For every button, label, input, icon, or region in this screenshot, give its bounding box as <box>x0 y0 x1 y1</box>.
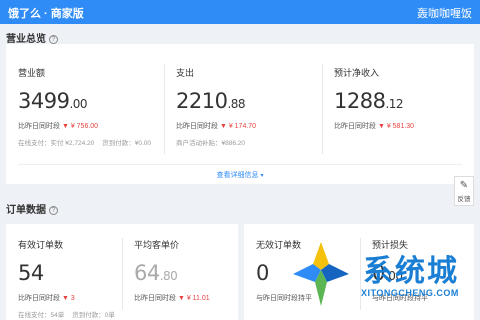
shop-name[interactable]: 轰咖咖喱饭 <box>417 5 472 21</box>
delta-value: ▼ 3 <box>61 295 75 302</box>
metric-label: 营业额 <box>18 68 46 78</box>
metric-value: 64.80 <box>134 261 178 285</box>
metric-compare: 比昨日同时段 ▼ ¥ 581.30 <box>334 123 415 130</box>
watermark: 系统城 XITONGCHENG.COM <box>283 240 473 315</box>
watermark-url: XITONGCHENG.COM <box>361 288 459 298</box>
metric-compare: 比昨日同时段 ▼ ¥ 174.70 <box>176 123 257 130</box>
metric-revenue: 营业额 3499.00 比昨日同时段 ▼ ¥ 756.00 在线支付：实付 ¥2… <box>18 66 159 147</box>
divider <box>164 64 165 154</box>
metric-value: 2210.88 <box>176 89 246 113</box>
metric-compare: 比昨日同时段 ▼ ¥ 756.00 <box>18 123 99 130</box>
metric-compare: 比昨日同时段 ▼ ¥ 11.01 <box>134 295 210 302</box>
metric-sub: 商户活动补贴：¥886.20 <box>176 140 245 147</box>
metric-value: 1288.12 <box>334 89 404 113</box>
info-icon[interactable]: ? <box>49 206 58 215</box>
edit-icon: ✎ <box>459 180 469 191</box>
overview-card: 营业额 3499.00 比昨日同时段 ▼ ¥ 756.00 在线支付：实付 ¥2… <box>6 44 474 184</box>
divider <box>122 238 123 310</box>
metric-value: 54 <box>18 261 44 285</box>
watermark-text: 系统城 <box>363 255 459 288</box>
metric-net-income: 预计净收入 1288.12 比昨日同时段 ▼ ¥ 581.30 <box>334 66 414 131</box>
info-icon[interactable]: ? <box>49 35 58 44</box>
orders-section-title: 订单数据? <box>6 201 58 216</box>
metric-expense: 支出 2210.88 比昨日同时段 ▼ ¥ 174.70 商户活动补贴：¥886… <box>176 66 256 147</box>
metric-valid-orders: 有效订单数 54 比昨日同时段 ▼ 3 在线支付：54单 货到付款：0单 <box>18 238 123 319</box>
divider <box>18 164 462 165</box>
metric-label: 有效订单数 <box>18 240 64 250</box>
metric-value: 3499.00 <box>18 89 88 113</box>
metric-sub: 在线支付：实付 ¥2,724.20 货到付款：¥0.00 <box>18 140 152 147</box>
metric-sub: 在线支付：54单 货到付款：0单 <box>18 312 115 319</box>
feedback-button[interactable]: ✎ 反馈 <box>454 176 474 206</box>
delta-value: ▼ ¥ 11.01 <box>177 295 210 302</box>
delta-value: ▼ ¥ 581.30 <box>377 123 415 130</box>
watermark-logo-icon <box>293 242 349 306</box>
metric-label: 平均客单价 <box>134 240 180 250</box>
overview-section-title: 营业总览? <box>6 30 58 45</box>
feedback-label: 反馈 <box>457 196 471 203</box>
delta-value: ▼ ¥ 756.00 <box>61 123 99 130</box>
app-title: 饿了么 · 商家版 <box>8 8 84 20</box>
top-bar: 饿了么 · 商家版 轰咖咖喱饭 <box>0 0 480 24</box>
divider <box>322 64 323 154</box>
valid-orders-card: 有效订单数 54 比昨日同时段 ▼ 3 在线支付：54单 货到付款：0单 平均客单… <box>6 224 238 320</box>
metric-label: 支出 <box>176 68 195 78</box>
view-details-link[interactable]: 查看详细信息 ▾ <box>6 170 474 180</box>
chevron-down-icon: ▾ <box>260 173 264 179</box>
metric-avg-price: 平均客单价 64.80 比昨日同时段 ▼ ¥ 11.01 <box>134 238 210 303</box>
metric-label: 预计净收入 <box>334 68 380 78</box>
metric-compare: 比昨日同时段 ▼ 3 <box>18 295 75 302</box>
delta-value: ▼ ¥ 174.70 <box>219 123 257 130</box>
orders-title: 订单数据 <box>6 205 46 216</box>
